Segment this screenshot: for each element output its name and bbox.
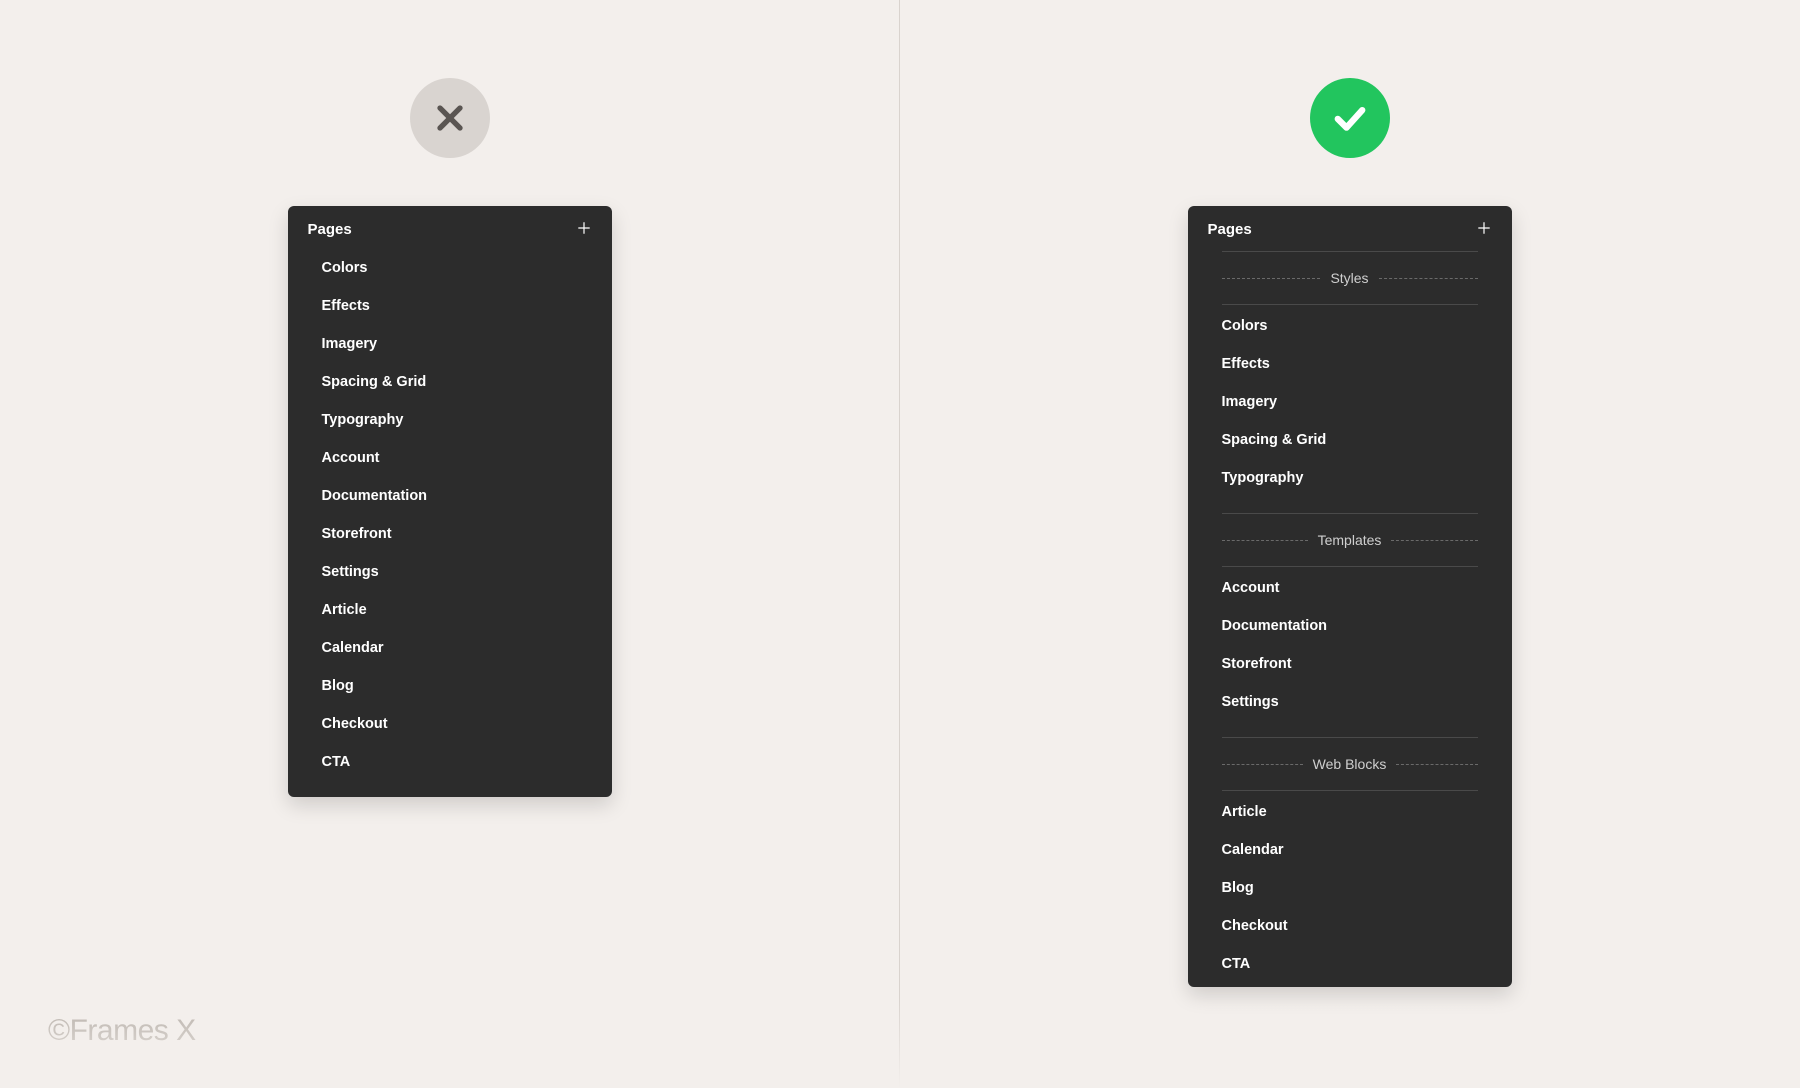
panel-header: Pages bbox=[1188, 206, 1512, 249]
page-item[interactable]: Imagery bbox=[308, 325, 592, 363]
page-item[interactable]: Typography bbox=[1208, 459, 1492, 497]
page-item[interactable]: Blog bbox=[1208, 869, 1492, 907]
plus-icon bbox=[1475, 219, 1493, 240]
dashed-line bbox=[1391, 540, 1477, 541]
page-item[interactable]: Account bbox=[1208, 569, 1492, 607]
page-item[interactable]: Blog bbox=[308, 667, 592, 705]
panel-body: Styles Colors Effects Imagery Spacing & … bbox=[1188, 251, 1512, 987]
page-item[interactable]: Colors bbox=[308, 249, 592, 287]
panel-header: Pages bbox=[288, 206, 612, 249]
right-example-column: Pages Styles bbox=[900, 0, 1799, 987]
page-item[interactable]: Storefront bbox=[308, 515, 592, 553]
panel-body: Colors Effects Imagery Spacing & Grid Ty… bbox=[288, 249, 612, 797]
page-item[interactable]: Account bbox=[308, 439, 592, 477]
section-header-templates: Templates bbox=[1208, 513, 1492, 567]
section-divider bbox=[1222, 790, 1478, 791]
page-item[interactable]: Settings bbox=[1208, 683, 1492, 721]
section-divider bbox=[1222, 304, 1478, 305]
page-item[interactable]: Imagery bbox=[1208, 383, 1492, 421]
page-item[interactable]: CTA bbox=[1208, 945, 1492, 983]
page-item[interactable]: Checkout bbox=[308, 705, 592, 743]
check-icon bbox=[1329, 97, 1371, 139]
page-item[interactable]: Calendar bbox=[1208, 831, 1492, 869]
section-header-web-blocks: Web Blocks bbox=[1208, 737, 1492, 791]
check-badge bbox=[1310, 78, 1390, 158]
page-item[interactable]: CTA bbox=[308, 743, 592, 781]
page-item[interactable]: Spacing & Grid bbox=[308, 363, 592, 401]
left-example-column: Pages Colors Effects Imagery Spacing & G… bbox=[0, 0, 899, 797]
panel-title: Pages bbox=[1208, 221, 1252, 238]
page-item[interactable]: Typography bbox=[308, 401, 592, 439]
add-page-button[interactable] bbox=[1474, 219, 1494, 239]
page-item[interactable]: Effects bbox=[308, 287, 592, 325]
section-header-styles: Styles bbox=[1208, 251, 1492, 305]
plus-icon bbox=[575, 219, 593, 240]
page-item[interactable]: Settings bbox=[308, 553, 592, 591]
page-item[interactable]: Documentation bbox=[308, 477, 592, 515]
dashed-line bbox=[1379, 278, 1478, 279]
x-badge bbox=[410, 78, 490, 158]
page-item[interactable]: Spacing & Grid bbox=[1208, 421, 1492, 459]
page-item[interactable]: Article bbox=[1208, 793, 1492, 831]
page-item[interactable]: Article bbox=[308, 591, 592, 629]
page-item[interactable]: Calendar bbox=[308, 629, 592, 667]
section-divider bbox=[1222, 566, 1478, 567]
dashed-line bbox=[1222, 540, 1308, 541]
section-label[interactable]: Styles bbox=[1330, 270, 1368, 286]
bottom-fade-overlay bbox=[0, 998, 1800, 1088]
pages-panel-grouped: Pages Styles bbox=[1188, 206, 1512, 987]
page-item[interactable]: Storefront bbox=[1208, 645, 1492, 683]
dashed-line bbox=[1396, 764, 1477, 765]
page-item[interactable]: Documentation bbox=[1208, 607, 1492, 645]
copyright: ©Frames X bbox=[48, 1014, 196, 1048]
section-label[interactable]: Templates bbox=[1318, 532, 1382, 548]
x-icon bbox=[430, 98, 470, 138]
dashed-line bbox=[1222, 764, 1303, 765]
page-item[interactable]: Colors bbox=[1208, 307, 1492, 345]
page-item[interactable]: Effects bbox=[1208, 345, 1492, 383]
section-label[interactable]: Web Blocks bbox=[1313, 756, 1387, 772]
add-page-button[interactable] bbox=[574, 219, 594, 239]
pages-panel-flat: Pages Colors Effects Imagery Spacing & G… bbox=[288, 206, 612, 797]
dashed-line bbox=[1222, 278, 1321, 279]
panel-title: Pages bbox=[308, 221, 352, 238]
page-item[interactable]: Checkout bbox=[1208, 907, 1492, 945]
